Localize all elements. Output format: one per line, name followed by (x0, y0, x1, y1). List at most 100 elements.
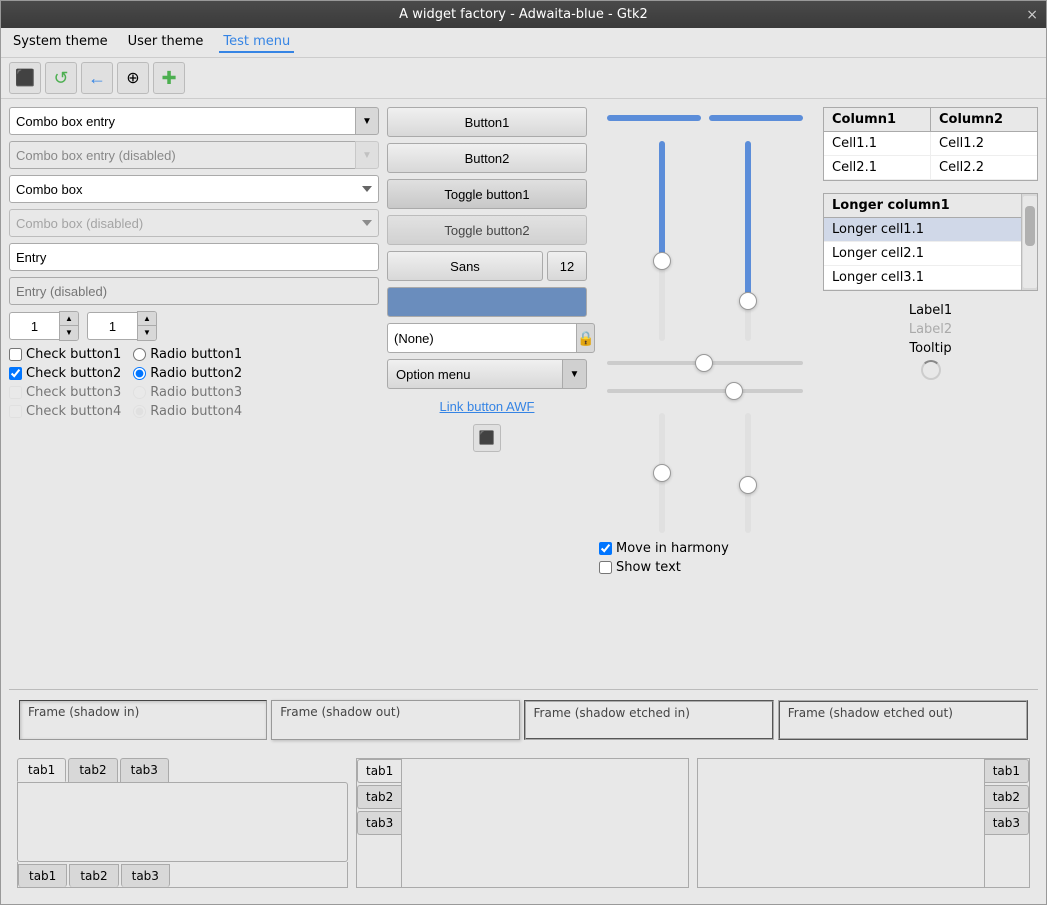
frame-shadow-etched-in-label: Frame (shadow etched in) (534, 706, 690, 720)
tab-bottom-2[interactable]: tab2 (69, 864, 118, 887)
tab-bar-bottom: tab1 tab2 tab3 (17, 862, 348, 888)
show-text-label[interactable]: Show text (599, 560, 811, 575)
v-slider2-thumb[interactable] (739, 292, 757, 310)
tab-top-2[interactable]: tab2 (68, 758, 117, 782)
scrollbar[interactable] (1021, 194, 1037, 290)
small-icon-button[interactable]: ⬛ (473, 424, 501, 452)
tab-right-3[interactable]: tab3 (985, 811, 1029, 835)
show-text-checkbox[interactable] (599, 561, 612, 574)
v-slider4-thumb[interactable] (739, 476, 757, 494)
menu-bar: System theme User theme Test menu (1, 28, 1046, 58)
tree-view-2-container: Longer column1 Longer cell1.1 Longer cel… (823, 193, 1038, 291)
toggle-button1[interactable]: Toggle button1 (387, 179, 587, 209)
h-slider2-thumb[interactable] (725, 382, 743, 400)
check-radio-row-2: Check button2 Radio button2 (9, 366, 379, 381)
font-size-button[interactable]: 12 (547, 251, 587, 281)
combo-entry-input[interactable] (9, 107, 355, 135)
close-button[interactable]: × (1026, 7, 1038, 23)
toolbar-button-4[interactable]: ⊕ (117, 62, 149, 94)
spinner1-input[interactable] (9, 312, 59, 340)
tree-col-longer-column1: Longer column1 (824, 194, 1021, 217)
toolbar-button-5[interactable]: ✚ (153, 62, 185, 94)
toolbar-button-1[interactable]: ⬛ (9, 62, 41, 94)
tab-right-2[interactable]: tab2 (985, 785, 1029, 809)
check-button2-label[interactable]: Check button2 (9, 366, 121, 381)
option-menu-arrow[interactable]: ▼ (563, 359, 587, 389)
radio-button3 (133, 386, 146, 399)
combo-icon-button[interactable]: 🔒 (576, 323, 595, 353)
tree-row-longer-1[interactable]: Longer cell1.1 (824, 218, 1021, 242)
tab-bottom-3[interactable]: tab3 (121, 864, 170, 887)
spinner2-up[interactable]: ▲ (138, 312, 156, 326)
combo-none-input[interactable] (387, 323, 576, 353)
check-button4 (9, 405, 22, 418)
radio-button2[interactable] (133, 367, 146, 380)
move-harmony-checkbox[interactable] (599, 542, 612, 555)
tree-view-2-header: Longer column1 (824, 194, 1021, 218)
vertical-sliders-area (599, 141, 811, 341)
tab-bottom-1[interactable]: tab1 (18, 864, 67, 887)
tab-top-1[interactable]: tab1 (17, 758, 66, 782)
spinner1-down[interactable]: ▼ (60, 326, 78, 340)
tab-left-1[interactable]: tab1 (357, 759, 401, 783)
check-button1[interactable] (9, 348, 22, 361)
h-slider1-thumb[interactable] (695, 354, 713, 372)
tab-content-left (402, 759, 688, 887)
radio-button4-label: Radio button4 (133, 404, 242, 419)
tab-top-3[interactable]: tab3 (120, 758, 169, 782)
labels-section: Label1 Label2 Tooltip (823, 299, 1038, 384)
radio-button2-label[interactable]: Radio button2 (133, 366, 242, 381)
check-button2[interactable] (9, 367, 22, 380)
right-panel: Column1 Column2 Cell1.1 Cell1.2 Cell2.1 … (823, 107, 1038, 681)
check-button1-label[interactable]: Check button1 (9, 347, 121, 362)
radio-button1-label[interactable]: Radio button1 (133, 347, 242, 362)
radio-button3-label: Radio button3 (133, 385, 242, 400)
v-slider3-container (659, 413, 665, 533)
h-slider1-track (607, 361, 803, 365)
menu-test-menu[interactable]: Test menu (219, 32, 294, 53)
button2[interactable]: Button2 (387, 143, 587, 173)
tab-left-3[interactable]: tab3 (357, 811, 401, 835)
check-button2-text: Check button2 (26, 366, 121, 381)
menu-system-theme[interactable]: System theme (9, 32, 112, 53)
check-radio-section: Check button1 Radio button1 Check button… (9, 347, 379, 419)
v-slider3-thumb[interactable] (653, 464, 671, 482)
tree-cell-1-1: Cell1.1 (824, 132, 931, 155)
toolbar-button-3[interactable]: ← (81, 62, 113, 94)
spinner2-down[interactable]: ▼ (138, 326, 156, 340)
tab-left-2[interactable]: tab2 (357, 785, 401, 809)
toggle-button2[interactable]: Toggle button2 (387, 215, 587, 245)
font-name-button[interactable]: Sans (387, 251, 543, 281)
tab-widget-left: tab1 tab2 tab3 (356, 758, 689, 888)
option-menu-button[interactable]: Option menu (387, 359, 563, 389)
button1[interactable]: Button1 (387, 107, 587, 137)
tab-right-1[interactable]: tab1 (985, 759, 1029, 783)
radio-button1[interactable] (133, 348, 146, 361)
spinner2-group: ▲ ▼ (87, 311, 157, 341)
spinner1-group: ▲ ▼ (9, 311, 79, 341)
v-slider1-thumb[interactable] (653, 252, 671, 270)
spinner2-input[interactable] (87, 312, 137, 340)
frame-shadow-in-label: Frame (shadow in) (28, 705, 139, 719)
tree-row-longer-3[interactable]: Longer cell3.1 (824, 266, 1021, 290)
tree-row-longer-2[interactable]: Longer cell2.1 (824, 242, 1021, 266)
toolbar-button-2[interactable]: ↺ (45, 62, 77, 94)
combo-box-select[interactable]: Combo box (9, 175, 379, 203)
tree-row-2[interactable]: Cell2.1 Cell2.2 (824, 156, 1037, 180)
entry-input[interactable] (9, 243, 379, 271)
small-icon: ⬛ (479, 431, 495, 446)
link-button[interactable]: Link button AWF (387, 395, 587, 418)
check-button4-label: Check button4 (9, 404, 121, 419)
menu-user-theme[interactable]: User theme (124, 32, 208, 53)
radio-button1-text: Radio button1 (150, 347, 242, 362)
tree-row-1[interactable]: Cell1.1 Cell1.2 (824, 132, 1037, 156)
move-harmony-label[interactable]: Move in harmony (599, 541, 811, 556)
combo-box-disabled-select: Combo box (disabled) (9, 209, 379, 237)
tree-cell-1-2: Cell1.2 (931, 132, 1037, 155)
combo-entry-arrow[interactable]: ▼ (355, 107, 379, 135)
spinner1-up[interactable]: ▲ (60, 312, 78, 326)
color-button[interactable] (387, 287, 587, 317)
scrollbar-thumb[interactable] (1025, 206, 1035, 246)
check-button4-text: Check button4 (26, 404, 121, 419)
combo-box-row: Combo box (9, 175, 379, 203)
